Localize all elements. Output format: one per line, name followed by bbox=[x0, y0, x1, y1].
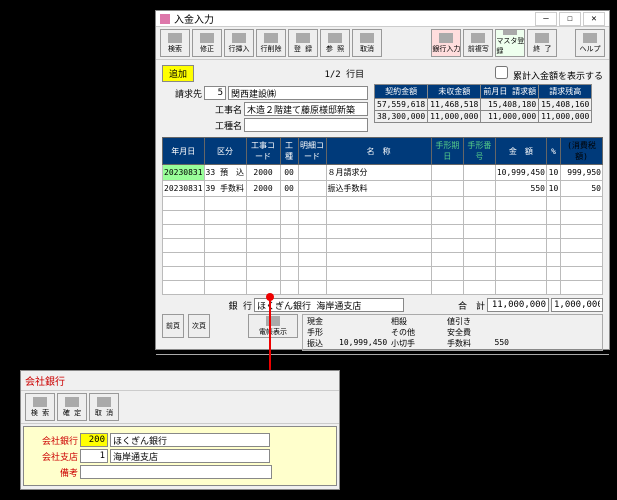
mode-tag: 追加 bbox=[162, 65, 194, 82]
cancel-icon bbox=[360, 33, 374, 43]
master-button[interactable]: マスタ登録 bbox=[495, 29, 525, 57]
table-row[interactable] bbox=[163, 239, 603, 253]
exit-button[interactable]: 終 了 bbox=[527, 29, 557, 57]
insert-row-button[interactable]: 行挿入 bbox=[224, 29, 254, 57]
search-icon bbox=[33, 397, 47, 407]
app-icon bbox=[160, 14, 170, 24]
work-label: 工事名 bbox=[162, 103, 242, 116]
titlebar: 入金入力 — ☐ ✕ bbox=[156, 11, 609, 27]
total-amount bbox=[487, 298, 549, 312]
breakdown-panel: 現金相殺値引き 手形その他安全費 振込10,999,450小切手手数料550 bbox=[302, 314, 603, 351]
main-window: 入金入力 — ☐ ✕ 検索 修正 行挿入 行削除 登 録 参 照 取消 銀行入力… bbox=[155, 10, 610, 350]
table-row[interactable] bbox=[163, 225, 603, 239]
edit-icon bbox=[200, 33, 214, 43]
search-icon bbox=[168, 33, 182, 43]
branch-code-input[interactable] bbox=[80, 449, 108, 463]
help-icon bbox=[583, 33, 597, 43]
remark-label: 備考 bbox=[28, 466, 78, 479]
bank-field[interactable] bbox=[254, 298, 404, 312]
reference-button[interactable]: 参 照 bbox=[320, 29, 350, 57]
cumulative-check[interactable]: 累計入金額を表示する bbox=[495, 66, 603, 82]
branch-code-label: 会社支店 bbox=[28, 450, 78, 463]
customer-name[interactable] bbox=[228, 86, 368, 100]
register-button[interactable]: 登 録 bbox=[288, 29, 318, 57]
cancel-icon bbox=[97, 397, 111, 407]
popup-cancel-button[interactable]: 取 消 bbox=[89, 393, 119, 421]
master-icon bbox=[503, 30, 517, 35]
insert-icon bbox=[232, 33, 246, 43]
denpyo-button[interactable]: 電帳表示 bbox=[248, 314, 298, 338]
copy-icon bbox=[471, 33, 485, 43]
table-row[interactable] bbox=[163, 281, 603, 295]
search-button[interactable]: 検索 bbox=[160, 29, 190, 57]
ref-icon bbox=[328, 33, 342, 43]
bank-name-input[interactable] bbox=[110, 433, 270, 447]
delete-icon bbox=[264, 33, 278, 43]
edit-button[interactable]: 修正 bbox=[192, 29, 222, 57]
popup-title: 会社銀行 bbox=[21, 371, 339, 390]
table-row[interactable]: 2023083139 手数料200000振込手数料5501050 bbox=[163, 181, 603, 197]
confirm-icon bbox=[65, 397, 79, 407]
table-row[interactable] bbox=[163, 267, 603, 281]
branch-name-input[interactable] bbox=[110, 449, 270, 463]
bank-code-label: 会社銀行 bbox=[28, 434, 78, 447]
bank-icon bbox=[439, 33, 453, 43]
close-button[interactable]: ✕ bbox=[583, 12, 605, 26]
bank-code-input[interactable] bbox=[80, 433, 108, 447]
total-label: 合 計 bbox=[458, 299, 485, 312]
data-grid[interactable]: 年月日区分 工事コード工種 明細コード名 称 手形期日手形番号 金 額% (消費… bbox=[162, 137, 603, 295]
delete-row-button[interactable]: 行削除 bbox=[256, 29, 286, 57]
min-button[interactable]: — bbox=[535, 12, 557, 26]
popup-confirm-button[interactable]: 確 定 bbox=[57, 393, 87, 421]
total-tax bbox=[551, 298, 603, 312]
popup-search-button[interactable]: 検 索 bbox=[25, 393, 55, 421]
kind-name[interactable] bbox=[244, 118, 368, 132]
prev-copy-button[interactable]: 前複写 bbox=[463, 29, 493, 57]
toolbar: 検索 修正 行挿入 行削除 登 録 参 照 取消 銀行入力 前複写 マスタ登録 … bbox=[156, 27, 609, 60]
bank-input-button[interactable]: 銀行入力 bbox=[431, 29, 461, 57]
window-title: 入金入力 bbox=[174, 11, 214, 26]
cancel-button[interactable]: 取消 bbox=[352, 29, 382, 57]
table-row[interactable] bbox=[163, 211, 603, 225]
callout-line bbox=[269, 300, 271, 372]
work-name[interactable] bbox=[244, 102, 368, 116]
customer-code[interactable] bbox=[204, 86, 226, 100]
kind-label: 工種名 bbox=[162, 119, 242, 132]
exit-icon bbox=[535, 33, 549, 43]
table-row[interactable] bbox=[163, 253, 603, 267]
popup-window: 会社銀行 検 索 確 定 取 消 会社銀行 会社支店 備考 bbox=[20, 370, 340, 490]
prev-page-button[interactable]: 前頁 bbox=[162, 314, 184, 338]
customer-label: 請求先 bbox=[162, 87, 202, 100]
next-page-button[interactable]: 次頁 bbox=[188, 314, 210, 338]
summary-table: 契約金額未収金額前月日 請求額請求残高 57,559,61811,468,518… bbox=[374, 84, 592, 123]
max-button[interactable]: ☐ bbox=[559, 12, 581, 26]
bank-label: 銀 行 bbox=[162, 299, 252, 312]
row-counter: 1/2 行目 bbox=[196, 67, 493, 80]
remark-input[interactable] bbox=[80, 465, 272, 479]
table-row[interactable] bbox=[163, 197, 603, 211]
help-button[interactable]: ヘルプ bbox=[575, 29, 605, 57]
save-icon bbox=[296, 33, 310, 43]
table-row[interactable]: 2023083133 預 込200000８月請求分10,999,45010999… bbox=[163, 165, 603, 181]
